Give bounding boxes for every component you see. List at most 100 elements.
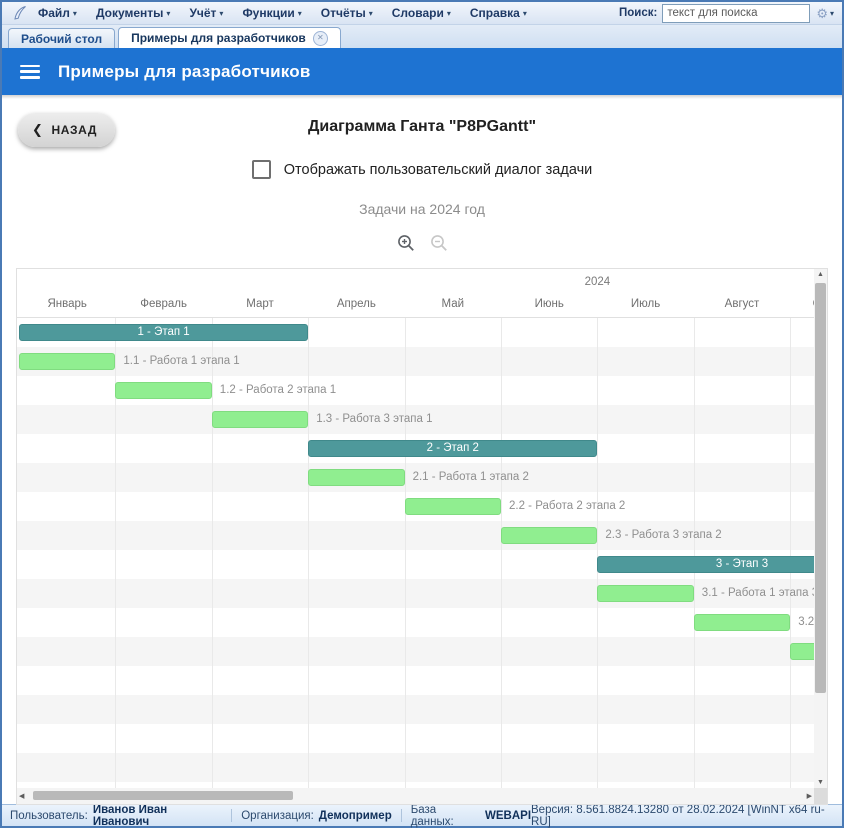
- menu-item-1[interactable]: Документы▾: [96, 6, 171, 20]
- search-input[interactable]: [662, 4, 810, 23]
- gantt-gridline: [212, 318, 213, 788]
- gantt-month-label: Август: [694, 293, 790, 317]
- app-header-title: Примеры для разработчиков: [58, 62, 311, 82]
- status-org-label: Организация:: [241, 810, 314, 822]
- gantt-task-label: 3.1 - Работа 1 этапа 3: [702, 585, 814, 602]
- search-label: Поиск:: [619, 7, 657, 19]
- gantt-gridline: [694, 318, 695, 788]
- gantt-task-label: 1.1 - Работа 1 этапа 1: [123, 353, 239, 370]
- gantt-bar-work[interactable]: [597, 585, 693, 602]
- settings-gear-icon[interactable]: ⚙: [816, 7, 828, 20]
- zoom-in-icon[interactable]: [397, 234, 415, 252]
- menu-caret-icon: ▾: [166, 9, 170, 18]
- scroll-up-icon[interactable]: ▲: [814, 271, 827, 278]
- status-separator: [231, 809, 232, 822]
- main-menu: Файл▾ Документы▾ Учёт▾ Функции▾ Отчёты▾ Слова…: [38, 6, 546, 20]
- status-user-value: Иванов Иван Иванович: [93, 804, 222, 828]
- vertical-scrollbar-thumb[interactable]: [815, 283, 826, 693]
- gantt-task-label: 1.3 - Работа 3 этапа 1: [316, 411, 432, 428]
- page-content: ❮ НАЗАД Диаграмма Ганта "P8PGantt" Отобр…: [2, 99, 842, 804]
- gantt-gridline: [597, 318, 598, 788]
- status-db-value: WEBAPI: [485, 810, 531, 822]
- gantt-bar-work[interactable]: [115, 382, 211, 399]
- gantt-bar-work[interactable]: [790, 643, 814, 660]
- gantt-month-label: Июль: [597, 293, 693, 317]
- status-user-label: Пользователь:: [10, 810, 88, 822]
- menu-caret-icon: ▾: [523, 9, 527, 18]
- gantt-month-scale: ЯнварьФевральМартАпрельМайИюньИюльАвгуст…: [17, 293, 814, 318]
- tab-bar: Рабочий стол Примеры для разработчиков ✕: [2, 25, 842, 48]
- task-dialog-checkbox[interactable]: [252, 160, 271, 179]
- task-dialog-checkbox-label: Отображать пользовательский диалог задач…: [284, 162, 592, 178]
- tab-0[interactable]: Рабочий стол: [8, 28, 115, 48]
- menu-item-2[interactable]: Учёт▾: [189, 6, 223, 20]
- menu-caret-icon: ▾: [298, 9, 302, 18]
- tab-label: Рабочий стол: [21, 32, 102, 46]
- gantt-bar-stage[interactable]: 2 - Этап 2: [308, 440, 597, 457]
- gantt-bar-stage[interactable]: 3 - Этап 3: [597, 556, 814, 573]
- gantt-gridline: [790, 318, 791, 788]
- settings-caret-icon[interactable]: ▾: [830, 9, 834, 18]
- gantt-task-label: 2.2 - Работа 2 этапа 2: [509, 498, 625, 515]
- scroll-left-icon[interactable]: ◀: [19, 792, 24, 800]
- gantt-month-label: Сентябрь: [790, 293, 814, 317]
- horizontal-scrollbar[interactable]: ◀ ▶: [17, 788, 814, 804]
- gantt-gridline: [501, 318, 502, 788]
- status-bar: Пользователь: Иванов Иван Иванович Орган…: [2, 804, 842, 826]
- gantt-bar-work[interactable]: [405, 498, 501, 515]
- gantt-bar-work[interactable]: [501, 527, 597, 544]
- gantt-month-label: Март: [212, 293, 308, 317]
- gantt-year-label: 2024: [19, 269, 814, 293]
- scrollbar-corner: [814, 788, 827, 804]
- gantt-bar-work[interactable]: [19, 353, 115, 370]
- scroll-right-icon[interactable]: ▶: [807, 792, 812, 800]
- gantt-task-label: 1.2 - Работа 2 этапа 1: [220, 382, 336, 399]
- tab-close-icon[interactable]: ✕: [313, 31, 328, 46]
- tab-label: Примеры для разработчиков: [131, 31, 306, 45]
- status-db-label: База данных:: [411, 804, 480, 828]
- gantt-month-label: Апрель: [308, 293, 404, 317]
- gantt-bar-work[interactable]: [694, 614, 790, 631]
- gantt-bar-stage[interactable]: 1 - Этап 1: [19, 324, 308, 341]
- gantt-bar-work[interactable]: [308, 469, 404, 486]
- horizontal-scrollbar-thumb[interactable]: [33, 791, 293, 800]
- app-header: Примеры для разработчиков: [2, 48, 842, 95]
- gantt-month-label: Январь: [19, 293, 115, 317]
- status-version: Версия: 8.561.8824.13280 от 28.02.2024 […: [531, 804, 834, 828]
- menu-caret-icon: ▾: [219, 9, 223, 18]
- gantt-subtitle: Задачи на 2024 год: [2, 201, 842, 217]
- app-window: Файл▾ Документы▾ Учёт▾ Функции▾ Отчёты▾ Слова…: [0, 0, 844, 828]
- menu-item-3[interactable]: Функции▾: [242, 6, 301, 20]
- gantt-month-label: Июнь: [501, 293, 597, 317]
- status-separator: [401, 809, 402, 822]
- gantt-task-label: 3.2 - Работа 2 этапа 3: [798, 614, 814, 631]
- zoom-controls: [2, 234, 842, 252]
- gantt-viewport: 2024 ЯнварьФевральМартАпрельМайИюньИюльА…: [17, 269, 814, 788]
- vertical-scrollbar[interactable]: ▲ ▼: [814, 269, 827, 788]
- menu-bar: Файл▾ Документы▾ Учёт▾ Функции▾ Отчёты▾ Слова…: [2, 2, 842, 25]
- gantt-month-label: Май: [405, 293, 501, 317]
- gantt-chart: 2024 ЯнварьФевральМартАпрельМайИюньИюльА…: [16, 268, 828, 805]
- checkbox-row: Отображать пользовательский диалог задач…: [2, 160, 842, 179]
- gantt-bar-work[interactable]: [212, 411, 308, 428]
- status-org-value: Демопример: [319, 810, 392, 822]
- app-logo-icon: [12, 5, 28, 21]
- scroll-down-icon[interactable]: ▼: [814, 779, 827, 786]
- gantt-gridline: [405, 318, 406, 788]
- page-title: Диаграмма Ганта "P8PGantt": [2, 118, 842, 136]
- menu-item-4[interactable]: Отчёты▾: [321, 6, 373, 20]
- menu-caret-icon: ▾: [73, 9, 77, 18]
- gantt-month-label: Февраль: [115, 293, 211, 317]
- menu-item-6[interactable]: Справка▾: [470, 6, 527, 20]
- tab-1[interactable]: Примеры для разработчиков ✕: [118, 27, 341, 48]
- zoom-out-icon[interactable]: [430, 234, 448, 252]
- gantt-task-label: 2.1 - Работа 1 этапа 2: [413, 469, 529, 486]
- gantt-task-label: 2.3 - Работа 3 этапа 2: [605, 527, 721, 544]
- menu-caret-icon: ▾: [447, 9, 451, 18]
- gantt-body: 1 - Этап 1 1.1 - Работа 1 этапа 1 1.2 - Ра…: [17, 318, 814, 788]
- menu-item-5[interactable]: Словари▾: [392, 6, 451, 20]
- hamburger-menu-icon[interactable]: [20, 65, 40, 79]
- menu-caret-icon: ▾: [369, 9, 373, 18]
- search-area: Поиск: ⚙ ▾: [619, 4, 834, 23]
- menu-item-0[interactable]: Файл▾: [38, 6, 77, 20]
